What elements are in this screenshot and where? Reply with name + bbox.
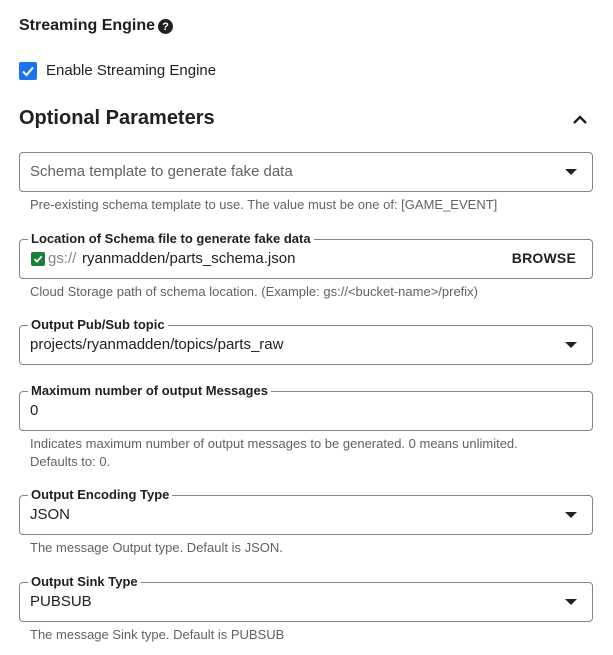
schema-template-select[interactable]: Schema template to generate fake data — [19, 152, 593, 192]
max-messages-input[interactable]: 0 — [30, 402, 38, 419]
sink-type-select[interactable]: Output Sink Type PUBSUB — [19, 574, 593, 622]
optional-parameters-title: Optional Parameters — [19, 107, 215, 129]
sink-type-hint: The message Sink type. Default is PUBSUB — [30, 627, 285, 642]
browse-button[interactable]: BROWSE — [512, 250, 576, 266]
max-messages-hint-line1: Indicates maximum number of output messa… — [30, 436, 518, 451]
dropdown-arrow-icon — [565, 599, 577, 605]
max-messages-field[interactable]: Maximum number of output Messages 0 — [19, 383, 593, 431]
output-topic-select[interactable]: Output Pub/Sub topic projects/ryanmadden… — [19, 317, 593, 365]
encoding-type-hint: The message Output type. Default is JSON… — [30, 540, 283, 555]
sink-type-label: Output Sink Type — [28, 574, 141, 590]
checkmark-icon — [22, 66, 34, 77]
encoding-type-value: JSON — [30, 506, 71, 523]
chevron-up-icon[interactable] — [570, 110, 590, 135]
schema-location-field[interactable]: Location of Schema file to generate fake… — [19, 231, 593, 279]
encoding-type-label: Output Encoding Type — [28, 487, 173, 503]
max-messages-hint-line2: Defaults to: 0. — [30, 454, 111, 469]
dropdown-arrow-icon — [565, 169, 577, 175]
schema-location-hint: Cloud Storage path of schema location. (… — [30, 284, 479, 299]
dropdown-arrow-icon — [565, 512, 577, 518]
enable-streaming-engine-label[interactable]: Enable Streaming Engine — [46, 62, 216, 79]
sink-type-value: PUBSUB — [30, 593, 92, 610]
valid-check-icon — [31, 252, 45, 266]
help-circle-icon[interactable]: ? — [158, 19, 173, 34]
gs-prefix: gs:// — [48, 250, 77, 267]
schema-template-hint: Pre-existing schema template to use. The… — [30, 197, 498, 212]
schema-location-label: Location of Schema file to generate fake… — [28, 231, 314, 247]
schema-location-input[interactable]: ryanmadden/parts_schema.json — [82, 250, 295, 267]
max-messages-label: Maximum number of output Messages — [28, 383, 271, 399]
streaming-engine-title: Streaming Engine — [19, 17, 156, 34]
schema-template-placeholder: Schema template to generate fake data — [30, 163, 293, 180]
enable-streaming-engine-checkbox[interactable] — [19, 62, 37, 80]
output-topic-value: projects/ryanmadden/topics/parts_raw — [30, 336, 284, 353]
output-topic-label: Output Pub/Sub topic — [28, 317, 168, 333]
encoding-type-select[interactable]: Output Encoding Type JSON — [19, 487, 593, 535]
dropdown-arrow-icon — [565, 342, 577, 348]
